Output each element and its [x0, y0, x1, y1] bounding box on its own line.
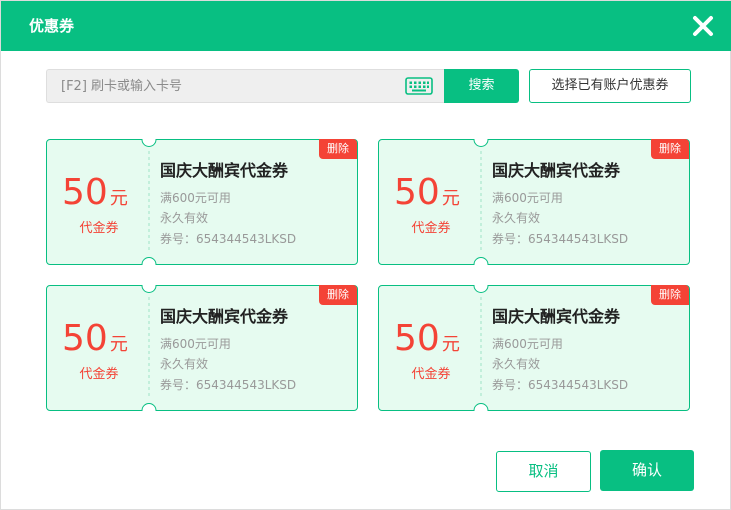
delete-coupon-button[interactable]: 删除	[651, 285, 689, 305]
coupon-code: 券号：654344543LKSD	[160, 232, 297, 246]
coupon-card: 50 元 代金券 国庆大酬宾代金券 满600元可用 永久有效 券号：6543445…	[46, 285, 358, 411]
coupon-amount: 50 元	[62, 319, 128, 359]
coupon-card: 50 元 代金券 国庆大酬宾代金券 满600元可用 永久有效 券号：6543445…	[46, 139, 358, 265]
coupon-condition: 满600元可用	[160, 337, 231, 351]
coupon-condition: 满600元可用	[160, 191, 231, 205]
dialog-titlebar: 优惠券	[1, 1, 731, 51]
coupon-name: 国庆大酬宾代金券	[492, 307, 621, 326]
coupon-amount-value: 50	[394, 172, 440, 213]
coupon-validity: 永久有效	[160, 357, 209, 371]
coupon-amount-unit: 元	[441, 334, 460, 355]
coupon-card: 50 元 代金券 国庆大酬宾代金券 满600元可用 永久有效 券号：6543445…	[378, 285, 690, 411]
card-number-input[interactable]	[47, 70, 397, 102]
coupon-amount-unit: 元	[441, 188, 460, 209]
coupon-amount-unit: 元	[109, 334, 128, 355]
coupon-code: 券号：654344543LKSD	[492, 378, 629, 392]
confirm-button[interactable]: 确认	[600, 450, 694, 491]
coupon-name: 国庆大酬宾代金券	[160, 307, 289, 326]
select-account-coupon-button[interactable]: 选择已有账户优惠券	[529, 69, 691, 103]
coupon-type: 代金券	[79, 221, 119, 236]
coupon-condition: 满600元可用	[492, 337, 563, 351]
coupon-code: 券号：654344543LKSD	[492, 232, 629, 246]
coupon-condition: 满600元可用	[492, 191, 563, 205]
coupon-name: 国庆大酬宾代金券	[160, 161, 289, 180]
delete-coupon-button[interactable]: 删除	[651, 139, 689, 159]
delete-coupon-button[interactable]: 删除	[319, 139, 357, 159]
coupon-amount: 50 元	[394, 173, 460, 213]
coupon-amount-value: 50	[62, 172, 108, 213]
coupon-card: 50 元 代金券 国庆大酬宾代金券 满600元可用 永久有效 券号：6543445…	[378, 139, 690, 265]
coupon-amount-value: 50	[394, 318, 440, 359]
delete-coupon-button[interactable]: 删除	[319, 285, 357, 305]
coupon-amount: 50 元	[394, 319, 460, 359]
cancel-button[interactable]: 取消	[496, 451, 591, 492]
coupon-code: 券号：654344543LKSD	[160, 378, 297, 392]
dialog-title: 优惠券	[29, 17, 75, 35]
coupon-dialog: 优惠券 搜索 选择已有账户优惠券	[0, 0, 731, 510]
coupon-amount: 50 元	[62, 173, 128, 213]
coupon-amount-value: 50	[62, 318, 108, 359]
coupon-type: 代金券	[411, 221, 451, 236]
coupon-name: 国庆大酬宾代金券	[492, 161, 621, 180]
coupon-amount-unit: 元	[109, 188, 128, 209]
coupon-validity: 永久有效	[160, 211, 209, 225]
coupon-type: 代金券	[79, 367, 119, 382]
search-button[interactable]: 搜索	[444, 69, 519, 103]
coupon-validity: 永久有效	[492, 211, 541, 225]
coupon-validity: 永久有效	[492, 357, 541, 371]
coupon-type: 代金券	[411, 367, 451, 382]
keyboard-icon[interactable]	[405, 77, 433, 99]
card-search-box	[46, 69, 444, 103]
close-icon[interactable]	[689, 12, 717, 40]
